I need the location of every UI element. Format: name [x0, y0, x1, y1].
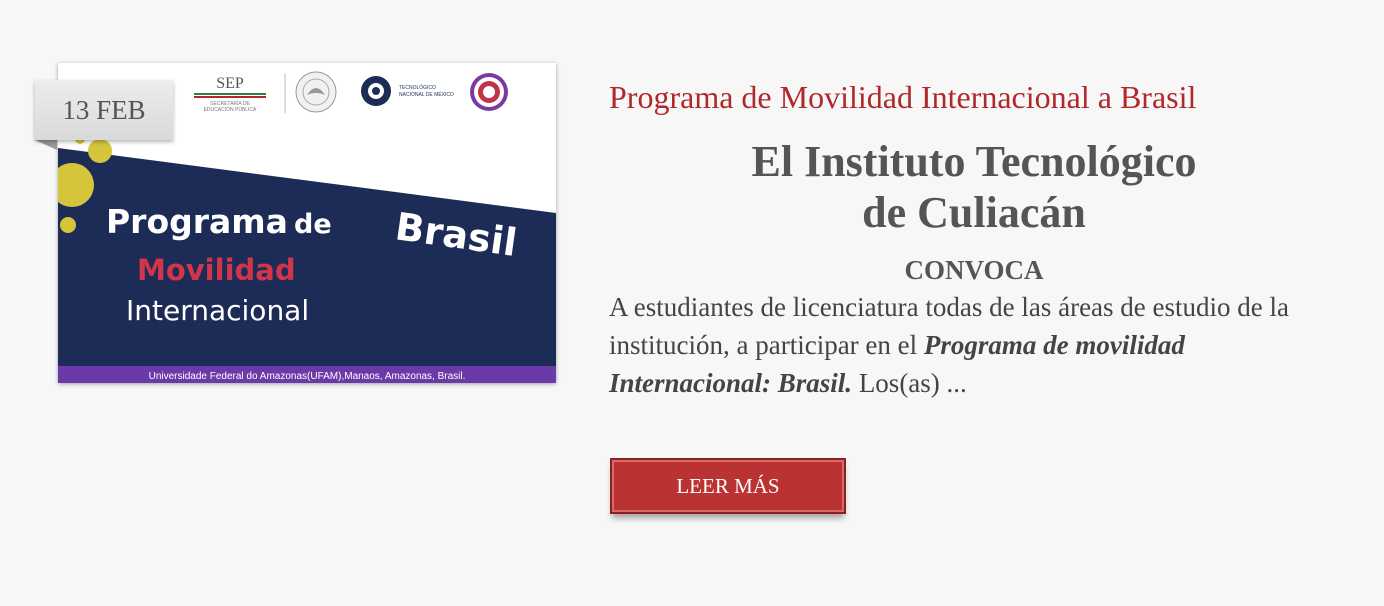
image-text-programa: Programa	[106, 202, 288, 241]
date-badge: 13 FEB	[35, 80, 173, 140]
svg-text:SECRETARÍA DE: SECRETARÍA DE	[210, 100, 250, 107]
svg-text:NACIONAL DE MÉXICO: NACIONAL DE MÉXICO	[399, 91, 454, 98]
post-title-link[interactable]: Programa de Movilidad Internacional a Br…	[609, 78, 1329, 116]
image-text-movilidad: Movilidad	[137, 253, 296, 287]
svg-text:TECNOLÓGICO: TECNOLÓGICO	[399, 84, 436, 91]
image-footer-text: Universidade Federal do Amazonas(UFAM),M…	[149, 371, 466, 382]
svg-text:SEP: SEP	[216, 75, 244, 92]
svg-text:EDUCACIÓN PÚBLICA: EDUCACIÓN PÚBLICA	[204, 106, 257, 113]
headline-line-2: de Culiacán	[862, 188, 1086, 237]
read-more-button[interactable]: LEER MÁS	[610, 458, 846, 514]
date-badge-fold	[35, 140, 57, 150]
mexico-seal-icon	[295, 71, 337, 113]
headline-line-1: El Instituto Tecnológico	[751, 137, 1197, 186]
post-excerpt: A estudiantes de licenciatura todas de l…	[609, 288, 1344, 402]
post-headline: El Instituto Tecnológico de Culiacán	[609, 136, 1339, 238]
institute-emblem-icon	[470, 73, 508, 111]
image-text-de: de	[294, 209, 332, 240]
image-text-internacional: Internacional	[126, 294, 309, 327]
excerpt-text-end: Los(as) ...	[852, 368, 967, 398]
convoca-heading: CONVOCA	[904, 255, 1044, 285]
